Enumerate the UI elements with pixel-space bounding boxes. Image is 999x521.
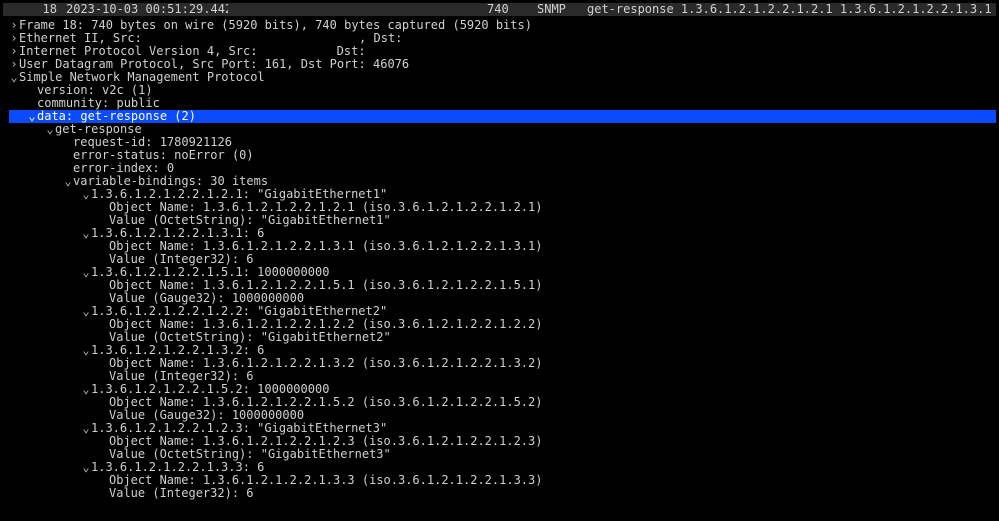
chevron-down-icon: ⌄ xyxy=(81,383,91,396)
col-info: get-response 1.3.6.1.2.1.2.2.1.2.1 1.3.6… xyxy=(584,3,996,16)
tree-data[interactable]: ⌄data: get-response (2) xyxy=(9,110,996,123)
redacted-ip-src xyxy=(265,46,337,58)
packet-list-row[interactable]: 18 2023-10-03 00:51:29.442155 740 SNMP g… xyxy=(3,3,996,17)
packet-details-tree[interactable]: ›Frame 18: 740 bytes on wire (5920 bits)… xyxy=(3,17,996,500)
redacted-mac-dst xyxy=(410,33,620,45)
chevron-down-icon: ⌄ xyxy=(27,110,37,123)
object-value: Value (Integer32): 6 xyxy=(109,487,254,500)
chevron-down-icon: ⌄ xyxy=(81,266,91,279)
col-length: 740 xyxy=(484,3,534,16)
chevron-down-icon: ⌄ xyxy=(45,123,55,136)
col-proto: SNMP xyxy=(534,3,584,16)
col-time: 2023-10-03 00:51:29.442155 xyxy=(63,3,228,16)
chevron-down-icon: ⌄ xyxy=(81,305,91,318)
tree-frame[interactable]: ›Frame 18: 740 bytes on wire (5920 bits)… xyxy=(9,19,996,32)
chevron-down-icon: ⌄ xyxy=(81,422,91,435)
chevron-down-icon: ⌄ xyxy=(81,188,91,201)
chevron-down-icon: ⌄ xyxy=(63,175,73,188)
tree-snmp[interactable]: ⌄Simple Network Management Protocol xyxy=(9,71,996,84)
redacted-mac-src xyxy=(149,33,359,45)
chevron-down-icon: ⌄ xyxy=(81,227,91,240)
varbind-value[interactable]: Value (Integer32): 6 xyxy=(9,487,996,500)
chevron-down-icon: ⌄ xyxy=(81,461,91,474)
col-no: 18 xyxy=(3,3,63,16)
chevron-none xyxy=(99,487,109,500)
redacted-ip-dst xyxy=(373,46,445,58)
chevron-down-icon: ⌄ xyxy=(81,344,91,357)
chevron-down-icon: ⌄ xyxy=(9,71,19,84)
